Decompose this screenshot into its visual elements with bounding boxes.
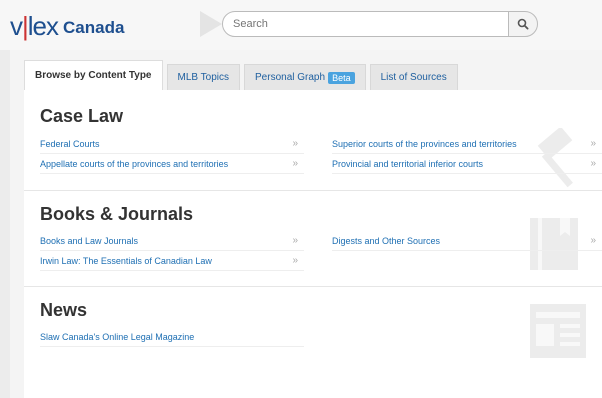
content-area: Case Law Federal Courts» Appellate court… bbox=[24, 90, 602, 398]
section-divider bbox=[24, 286, 602, 287]
newspaper-icon bbox=[530, 304, 586, 358]
link-slaw-canada[interactable]: Slaw Canada's Online Legal Magazine bbox=[40, 327, 304, 347]
tab-browse-by-content-type[interactable]: Browse by Content Type bbox=[24, 60, 163, 90]
search-input[interactable] bbox=[222, 11, 512, 37]
tab-mlb-topics[interactable]: MLB Topics bbox=[166, 64, 241, 90]
link-digests[interactable]: Digests and Other Sources» bbox=[332, 231, 602, 251]
chevron-right-icon: » bbox=[292, 235, 298, 246]
browse-panel: Browse by Content Type MLB Topics Person… bbox=[10, 50, 602, 398]
top-header: v|lex Canada bbox=[0, 0, 602, 50]
tab-personal-graph[interactable]: Personal Graph Beta bbox=[244, 64, 366, 90]
logo-mark: v|lex bbox=[10, 11, 59, 41]
chevron-right-icon: » bbox=[590, 158, 596, 169]
chevron-right-icon: » bbox=[292, 138, 298, 149]
search-bar bbox=[200, 11, 540, 37]
link-irwin-law[interactable]: Irwin Law: The Essentials of Canadian La… bbox=[40, 251, 304, 271]
news-title: News bbox=[40, 300, 88, 320]
link-books-law-journals[interactable]: Books and Law Journals» bbox=[40, 231, 304, 251]
chevron-right-icon: » bbox=[590, 138, 596, 149]
link-appellate-courts[interactable]: Appellate courts of the provinces and te… bbox=[40, 154, 304, 174]
link-provincial-courts[interactable]: Provincial and territorial inferior cour… bbox=[332, 154, 602, 174]
section-divider bbox=[24, 190, 602, 191]
tab-list-of-sources[interactable]: List of Sources bbox=[369, 64, 458, 90]
logo-text: Canada bbox=[63, 18, 125, 37]
case-law-title: Case Law bbox=[40, 106, 124, 126]
beta-badge: Beta bbox=[328, 71, 355, 84]
link-superior-courts[interactable]: Superior courts of the provinces and ter… bbox=[332, 134, 602, 154]
books-journals-title: Books & Journals bbox=[40, 204, 194, 224]
search-arrow-decoration bbox=[200, 11, 222, 37]
chevron-right-icon: » bbox=[292, 158, 298, 169]
tab-bar: Browse by Content Type MLB Topics Person… bbox=[24, 60, 462, 90]
search-icon bbox=[517, 18, 529, 30]
search-button[interactable] bbox=[508, 11, 538, 37]
vlex-logo[interactable]: v|lex Canada bbox=[10, 13, 124, 39]
chevron-right-icon: » bbox=[590, 235, 596, 246]
chevron-right-icon: » bbox=[292, 255, 298, 266]
link-federal-courts[interactable]: Federal Courts» bbox=[40, 134, 304, 154]
